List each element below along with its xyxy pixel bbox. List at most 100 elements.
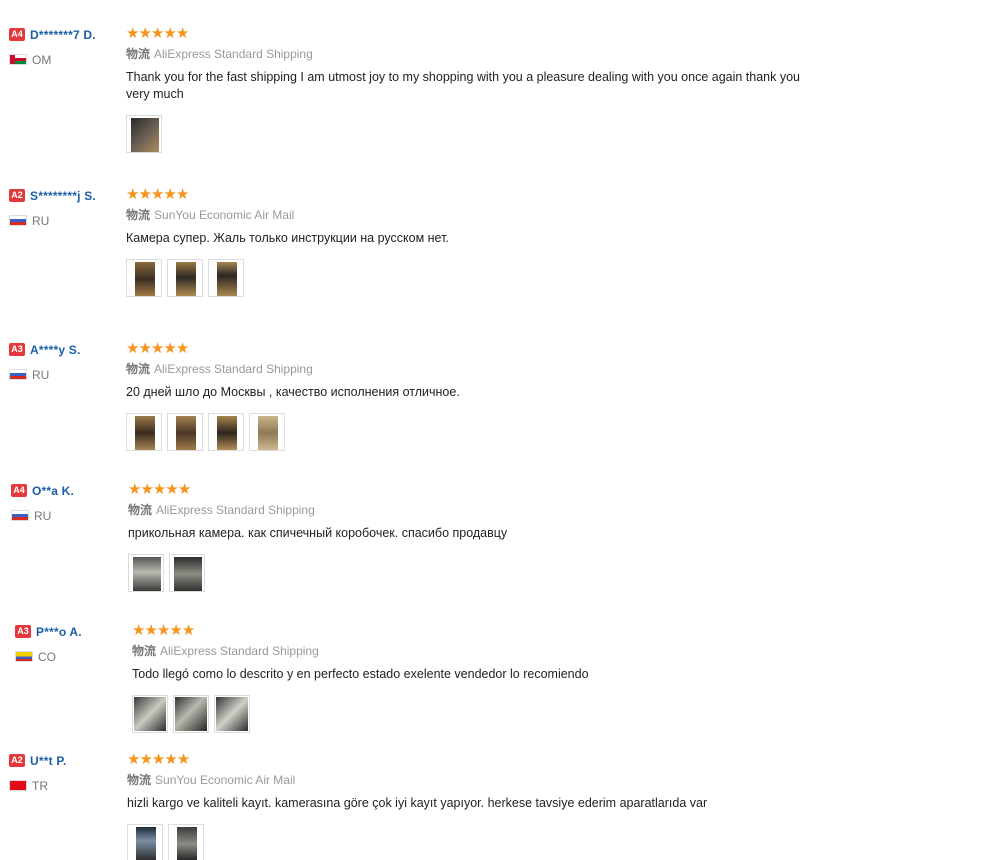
reviewer-country: RU (9, 213, 124, 228)
star-icon: ★ (138, 340, 152, 357)
shipping-name: SunYou Economic Air Mail (154, 208, 295, 222)
photo-list (126, 259, 846, 299)
star-icon: ★ (176, 751, 191, 768)
reviewer-name: A****y S. (30, 342, 81, 357)
reviewer-meta: A3 A****y S. RU (9, 341, 124, 382)
reviewer-country: RU (11, 508, 126, 523)
photo-list (126, 413, 846, 453)
flag-icon (9, 215, 27, 227)
shipping-method: 物流 SunYou Economic Air Mail (127, 771, 847, 788)
review-text: прикольная камера. как спичечный коробоч… (128, 526, 508, 540)
review-photo-thumbnail[interactable] (132, 695, 168, 733)
review-photo-thumbnail[interactable] (128, 554, 164, 592)
flag-icon (9, 369, 27, 381)
country-code: RU (32, 367, 50, 382)
star-icon: ★ (163, 186, 177, 203)
star-icon: ★ (169, 622, 183, 639)
review-photo-thumbnail[interactable] (127, 824, 163, 860)
buyer-level-badge: A3 (9, 343, 25, 357)
review-body: ★★★★★ 物流 SunYou Economic Air Mail Камера … (126, 187, 846, 299)
shipping-name: AliExpress Standard Shipping (156, 503, 315, 517)
review-text: Thank you for the fast shipping I am utm… (126, 70, 801, 101)
review-photo-thumbnail[interactable] (126, 413, 162, 451)
buyer-level-badge: A2 (9, 189, 25, 203)
shipping-label: 物流 (128, 503, 153, 517)
review-text: hizli kargo ve kaliteli kayıt. kamerasın… (127, 796, 708, 810)
country-code: OM (32, 52, 52, 67)
shipping-label: 物流 (127, 773, 152, 787)
review-photo-thumbnail[interactable] (214, 695, 250, 733)
star-icon: ★ (150, 340, 165, 357)
star-rating: ★★★★★ (128, 482, 848, 498)
review-photo-thumbnail[interactable] (168, 824, 204, 860)
star-icon: ★ (175, 340, 190, 357)
shipping-label: 物流 (132, 644, 157, 658)
star-icon: ★ (163, 340, 177, 357)
reviewer-name: P***o A. (36, 624, 82, 639)
star-icon: ★ (126, 340, 140, 357)
star-rating: ★★★★★ (127, 752, 847, 768)
review-photo-thumbnail[interactable] (167, 413, 203, 451)
star-icon: ★ (152, 481, 167, 498)
review-photo-thumbnail[interactable] (126, 115, 162, 153)
star-rating: ★★★★★ (126, 341, 846, 357)
star-icon: ★ (177, 481, 192, 498)
star-icon: ★ (126, 25, 140, 42)
shipping-method: 物流 AliExpress Standard Shipping (126, 45, 846, 62)
review-text: Todo llegó como lo descrito y en perfect… (132, 667, 589, 681)
photo-list (126, 115, 846, 155)
flag-icon (11, 510, 29, 522)
flag-icon (9, 780, 27, 792)
reviewer-country: TR (9, 778, 124, 793)
review-photo-thumbnail[interactable] (169, 554, 205, 592)
photo-list (132, 695, 852, 735)
shipping-name: AliExpress Standard Shipping (160, 644, 319, 658)
star-icon: ★ (138, 25, 152, 42)
review-photo-thumbnail[interactable] (126, 259, 162, 297)
photo-list (127, 824, 847, 860)
review-photo-thumbnail[interactable] (167, 259, 203, 297)
star-icon: ★ (139, 751, 153, 768)
shipping-method: 物流 AliExpress Standard Shipping (126, 360, 846, 377)
review-body: ★★★★★ 物流 AliExpress Standard Shipping 20 … (126, 341, 846, 453)
review-photo-thumbnail[interactable] (208, 259, 244, 297)
star-rating: ★★★★★ (132, 623, 852, 639)
review-photo-thumbnail[interactable] (173, 695, 209, 733)
shipping-method: 物流 SunYou Economic Air Mail (126, 206, 846, 223)
shipping-label: 物流 (126, 47, 151, 61)
star-icon: ★ (163, 25, 177, 42)
star-icon: ★ (156, 622, 171, 639)
reviewer-meta: A4 O**a K. RU (11, 482, 126, 523)
reviewer-country: CO (15, 649, 130, 664)
shipping-method: 物流 AliExpress Standard Shipping (132, 642, 852, 659)
flag-icon (9, 54, 27, 66)
star-icon: ★ (151, 751, 166, 768)
star-icon: ★ (165, 481, 179, 498)
star-icon: ★ (126, 186, 140, 203)
star-icon: ★ (128, 481, 142, 498)
review-body: ★★★★★ 物流 AliExpress Standard Shipping при… (128, 482, 848, 594)
review-photo-thumbnail[interactable] (249, 413, 285, 451)
shipping-method: 物流 AliExpress Standard Shipping (128, 501, 848, 518)
star-icon: ★ (175, 186, 190, 203)
reviewer-country: RU (9, 367, 124, 382)
reviewer-meta: A3 P***o A. CO (15, 623, 130, 664)
star-icon: ★ (150, 186, 165, 203)
review-text: 20 дней шло до Москвы , качество исполне… (126, 385, 460, 399)
review-photo-thumbnail[interactable] (208, 413, 244, 451)
reviewer-name: S********j S. (30, 188, 96, 203)
reviewer-meta: A4 D*******7 D. OM (9, 26, 124, 67)
shipping-name: AliExpress Standard Shipping (154, 47, 313, 61)
reviewer-meta: A2 U**t P. TR (9, 752, 124, 793)
star-icon: ★ (164, 751, 178, 768)
buyer-level-badge: A3 (15, 625, 31, 639)
country-code: CO (38, 649, 56, 664)
star-icon: ★ (138, 186, 152, 203)
shipping-name: AliExpress Standard Shipping (154, 362, 313, 376)
reviewer-meta: A2 S********j S. RU (9, 187, 124, 228)
star-rating: ★★★★★ (126, 26, 846, 42)
star-icon: ★ (175, 25, 190, 42)
review-body: ★★★★★ 物流 AliExpress Standard Shipping Tha… (126, 26, 846, 155)
shipping-label: 物流 (126, 208, 151, 222)
country-code: TR (32, 778, 48, 793)
